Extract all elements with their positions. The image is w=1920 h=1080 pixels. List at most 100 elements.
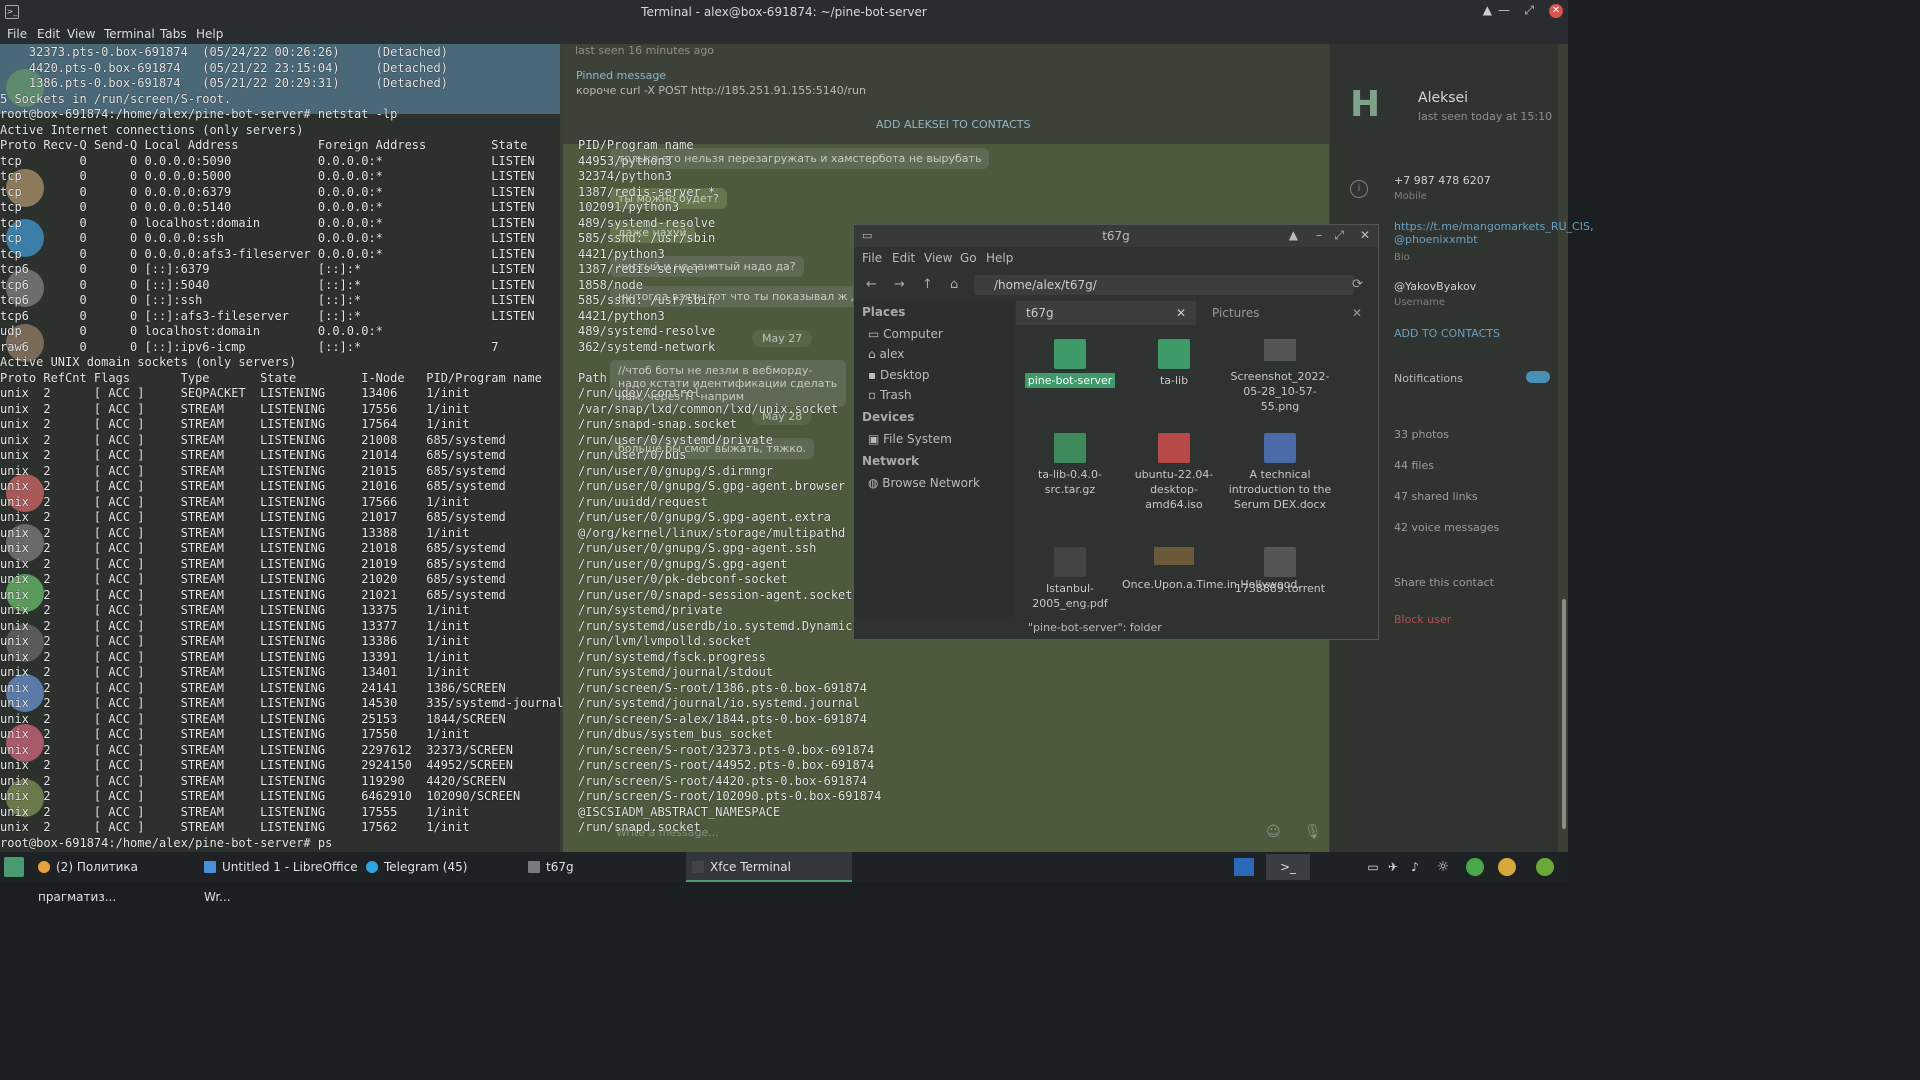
places-header: Places xyxy=(862,305,906,319)
terminal-line: unix 2 [ ACC ] STREAM LISTENING 119290 4… xyxy=(0,773,867,788)
file-item[interactable]: A technical introduction to the Serum DE… xyxy=(1228,433,1332,512)
terminal-line: unix 2 [ ACC ] STREAM LISTENING 17555 1/… xyxy=(0,804,781,819)
fm-title: t67g xyxy=(1102,229,1130,243)
file-item[interactable]: Once.Upon.a.Time.in.Hollywood. xyxy=(1122,547,1301,592)
terminal-line: 32373.pts-0.box-691874 (05/24/22 00:26:2… xyxy=(0,45,448,59)
tab-pictures[interactable]: Pictures ✕ xyxy=(1202,301,1372,325)
file-item[interactable]: ta-lib-0.4.0-src.tar.gz xyxy=(1018,433,1122,497)
close-tab-icon[interactable]: ✕ xyxy=(1176,301,1186,325)
terminal-line: unix 2 [ ACC ] STREAM LISTENING 2297612 … xyxy=(0,742,875,757)
terminal-line: tcp6 0 0 [::]:5040 [::]:* LISTEN 1858/no… xyxy=(0,277,643,292)
sidebar-item-alex[interactable]: ⌂ alex xyxy=(868,347,904,361)
sidebar-item-filesystem[interactable]: ▣ File System xyxy=(868,432,952,446)
file-item[interactable]: Istanbul-2005_eng.pdf xyxy=(1018,547,1122,611)
menu-tabs[interactable]: Tabs xyxy=(160,27,187,41)
fm-menu-view[interactable]: View xyxy=(924,251,952,265)
brightness-icon[interactable]: ☼ xyxy=(1434,858,1452,876)
file-item[interactable]: ta-lib xyxy=(1122,339,1226,388)
telegram-tray-icon[interactable]: ✈ xyxy=(1384,858,1402,876)
fm-menu-help[interactable]: Help xyxy=(986,251,1013,265)
browser-icon xyxy=(38,861,50,873)
terminal-line: tcp 0 0 0.0.0.0:5140 0.0.0.0:* LISTEN 10… xyxy=(0,200,680,214)
folder-icon xyxy=(1158,339,1190,369)
fm-path-input[interactable]: /home/alex/t67g/ xyxy=(974,275,1354,295)
maximize-icon[interactable]: ⤢ xyxy=(1334,228,1344,243)
devices-header: Devices xyxy=(862,410,915,424)
task-libreoffice[interactable]: Untitled 1 - LibreOffice Wr... xyxy=(198,852,364,904)
folder-icon xyxy=(1054,339,1086,369)
terminal-line: 4420.pts-0.box-691874 (05/21/22 23:15:04… xyxy=(0,60,448,75)
terminal-line: tcp 0 0 0.0.0.0:ssh 0.0.0.0:* LISTEN 585… xyxy=(0,231,716,245)
sidebar-item-desktop[interactable]: ▪ Desktop xyxy=(868,368,929,382)
task-file-manager[interactable]: t67g xyxy=(524,852,684,882)
terminal-line: tcp6 0 0 [::]:ssh [::]:* LISTEN 585/sshd… xyxy=(0,293,716,307)
terminal-line: tcp6 0 0 [::]:afs3-fileserver [::]:* LIS… xyxy=(0,308,665,323)
task-terminal[interactable]: Xfce Terminal xyxy=(686,852,852,882)
terminal-line: unix 2 [ ACC ] STREAM LISTENING 21020 68… xyxy=(0,572,788,586)
fm-toolbar: ← → ↑ ⌂ /home/alex/t67g/ ⟳ xyxy=(854,271,1378,299)
terminal-line: udp 0 0 localhost:domain 0.0.0.0:* 489/s… xyxy=(0,324,716,338)
archive-icon xyxy=(1054,433,1086,463)
menu-view[interactable]: View xyxy=(67,27,95,41)
terminal-line: unix 2 [ ACC ] STREAM LISTENING 24141 13… xyxy=(0,680,867,695)
menu-edit[interactable]: Edit xyxy=(37,27,60,41)
tab-t67g[interactable]: t67g ✕ xyxy=(1016,301,1196,325)
task-browser[interactable]: (2) Политика прагматиз... xyxy=(30,852,198,904)
status-icon[interactable] xyxy=(1536,858,1554,876)
video-icon xyxy=(1154,547,1194,565)
close-icon[interactable]: ✕ xyxy=(1549,4,1563,18)
up-icon[interactable]: ↑ xyxy=(922,277,933,292)
file-item[interactable]: ubuntu-22.04-desktop-amd64.iso xyxy=(1122,433,1226,512)
terminal-line: unix 2 [ ACC ] STREAM LISTENING 21016 68… xyxy=(0,479,846,493)
fm-menu-go[interactable]: Go xyxy=(960,251,977,265)
home-icon[interactable]: ⌂ xyxy=(950,277,958,292)
terminal-line: unix 2 [ ACC ] STREAM LISTENING 13388 1/… xyxy=(0,525,846,540)
fm-menu-edit[interactable]: Edit xyxy=(892,251,915,265)
workspace-2[interactable]: >_ xyxy=(1266,854,1310,880)
folder-icon xyxy=(528,861,540,873)
close-icon[interactable]: ✕ xyxy=(1360,228,1370,242)
reload-icon[interactable]: ⟳ xyxy=(1352,277,1363,292)
file-item[interactable]: 1738889.torrent xyxy=(1228,547,1332,596)
shade-icon[interactable]: ▲ xyxy=(1483,3,1492,17)
terminal-line: unix 2 [ ACC ] STREAM LISTENING 21017 68… xyxy=(0,510,831,524)
screen-icon[interactable]: ▭ xyxy=(1364,858,1382,876)
minimize-icon[interactable]: — xyxy=(1498,3,1510,17)
fm-menu-file[interactable]: File xyxy=(862,251,882,265)
terminal-line: tcp6 0 0 [::]:6379 [::]:* LISTEN 1387/re… xyxy=(0,262,716,276)
terminal-line: unix 2 [ ACC ] STREAM LISTENING 21015 68… xyxy=(0,463,774,478)
file-item[interactable]: Screenshot_2022-05-28_10-57-55.png xyxy=(1228,339,1332,414)
terminal-line: tcp 0 0 0.0.0.0:6379 0.0.0.0:* LISTEN 13… xyxy=(0,184,716,199)
workspace-1[interactable] xyxy=(1234,858,1254,876)
terminal-line: unix 2 [ ACC ] STREAM LISTENING 21008 68… xyxy=(0,432,774,447)
sidebar-item-computer[interactable]: ▭ Computer xyxy=(868,327,943,341)
terminal-line: tcp 0 0 0.0.0.0:5090 0.0.0.0:* LISTEN 44… xyxy=(0,153,672,168)
status-icon[interactable] xyxy=(1498,858,1516,876)
fm-file-grid: pine-bot-server ta-lib Screenshot_2022-0… xyxy=(1016,327,1378,617)
back-icon[interactable]: ← xyxy=(866,277,877,292)
menu-help[interactable]: Help xyxy=(196,27,223,41)
close-tab-icon[interactable]: ✕ xyxy=(1352,301,1362,325)
file-item[interactable]: pine-bot-server xyxy=(1018,339,1122,388)
volume-icon[interactable]: ♪ xyxy=(1406,858,1424,876)
menu-terminal[interactable]: Terminal xyxy=(104,27,155,41)
terminal-line: Proto RefCnt Flags Type State I-Node PID… xyxy=(0,370,607,385)
shade-icon[interactable]: ▲ xyxy=(1289,228,1298,242)
terminal-line: Active Internet connections (only server… xyxy=(0,122,304,137)
forward-icon[interactable]: → xyxy=(894,277,905,292)
fm-titlebar: ▭ t67g ▲ – ⤢ ✕ xyxy=(854,225,1378,247)
minimize-icon[interactable]: – xyxy=(1316,228,1322,242)
grammarly-icon[interactable] xyxy=(1466,858,1484,876)
menu-file[interactable]: File xyxy=(7,27,27,41)
terminal-line: tcp 0 0 0.0.0.0:5000 0.0.0.0:* LISTEN 32… xyxy=(0,169,672,183)
terminal-line: unix 2 [ ACC ] STREAM LISTENING 17566 1/… xyxy=(0,494,709,509)
terminal-line: unix 2 [ ACC ] STREAM LISTENING 17564 1/… xyxy=(0,417,737,431)
sidebar-item-trash[interactable]: ▫ Trash xyxy=(868,388,912,402)
sidebar-item-network[interactable]: ◍ Browse Network xyxy=(868,476,980,490)
task-telegram[interactable]: Telegram (45) xyxy=(364,852,524,882)
terminal-line: unix 2 [ ACC ] STREAM LISTENING 17550 1/… xyxy=(0,727,774,741)
pdf-icon xyxy=(1054,547,1086,577)
maximize-icon[interactable]: ⤢ xyxy=(1524,3,1534,18)
document-icon xyxy=(1264,433,1296,463)
menu-icon[interactable] xyxy=(4,857,24,877)
